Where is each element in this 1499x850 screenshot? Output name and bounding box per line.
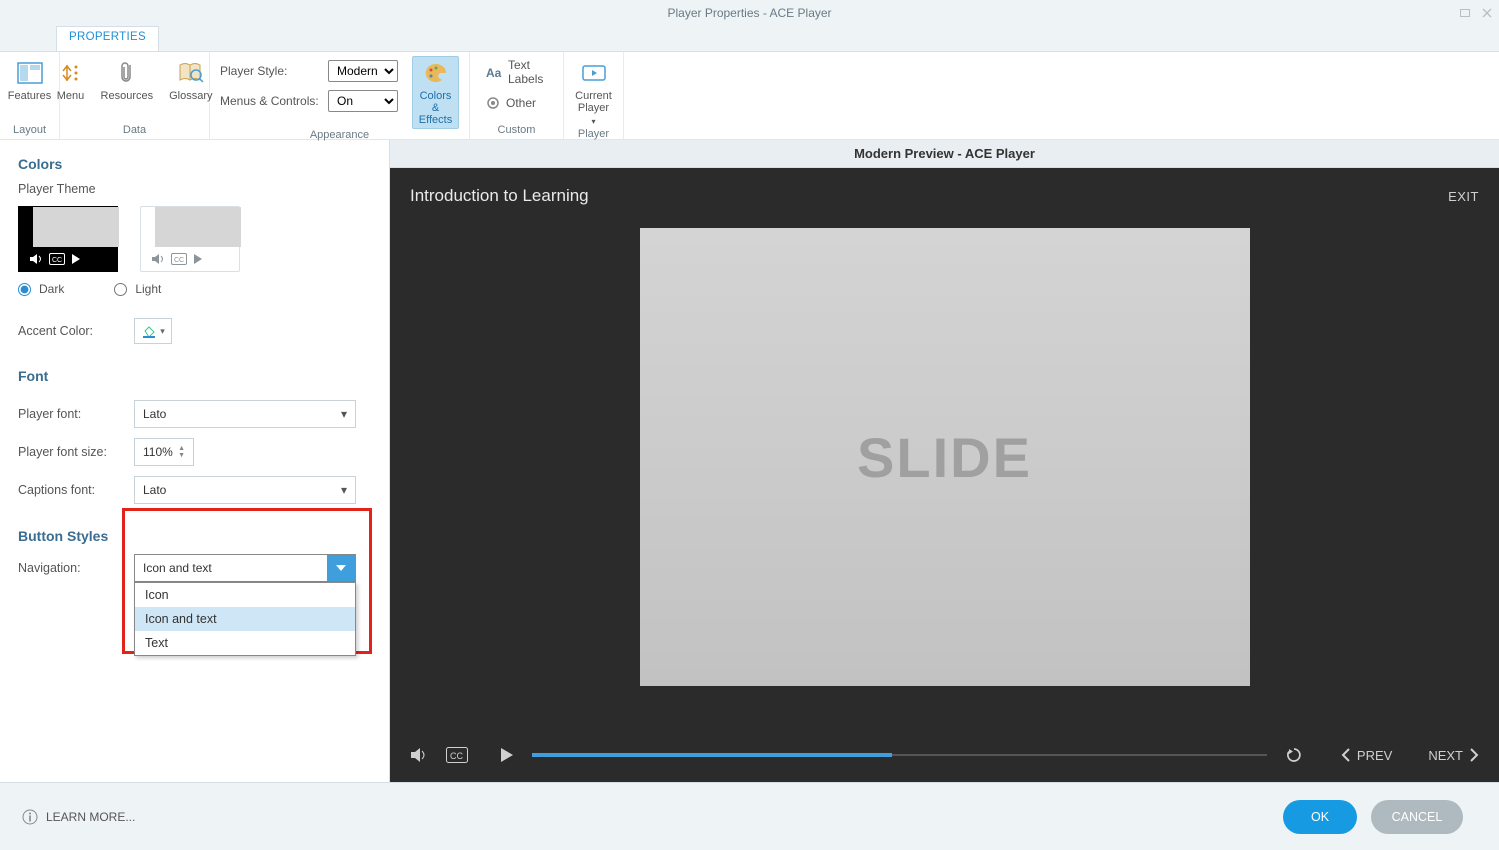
theme-dark-radio[interactable]: Dark <box>18 282 64 296</box>
slide-placeholder: SLIDE <box>640 228 1250 686</box>
svg-text:Aa: Aa <box>486 66 502 79</box>
nav-option-icon-text[interactable]: Icon and text <box>135 607 355 631</box>
cc-icon: CC <box>171 253 187 265</box>
svg-text:CC: CC <box>450 751 463 761</box>
menus-controls-select[interactable]: On <box>328 90 398 112</box>
menu-icon <box>57 59 85 87</box>
resources-button[interactable]: Resources <box>97 56 158 102</box>
svg-text:CC: CC <box>174 257 184 264</box>
settings-panel: Colors Player Theme CC CC <box>0 140 390 782</box>
palette-icon <box>422 59 450 87</box>
player-icon <box>580 59 608 87</box>
chevron-down-icon <box>327 555 355 581</box>
seekbar[interactable] <box>532 754 1267 756</box>
preview-title: Introduction to Learning <box>410 186 589 206</box>
play-icon[interactable] <box>500 747 514 763</box>
captions-font-label: Captions font: <box>18 483 134 497</box>
tab-properties[interactable]: PROPERTIES <box>56 26 159 51</box>
nav-option-text[interactable]: Text <box>135 631 355 655</box>
titlebar: Player Properties - ACE Player <box>0 0 1499 26</box>
footer: LEARN MORE... OK CANCEL <box>0 782 1499 850</box>
nav-option-icon[interactable]: Icon <box>135 583 355 607</box>
volume-icon <box>151 253 165 265</box>
cc-icon: CC <box>49 253 65 265</box>
player-theme-label: Player Theme <box>18 182 371 196</box>
ok-button[interactable]: OK <box>1283 800 1357 834</box>
next-button[interactable]: NEXT <box>1428 748 1479 763</box>
colors-heading: Colors <box>18 156 371 172</box>
cc-icon[interactable]: CC <box>446 747 468 763</box>
captions-font-select[interactable]: Lato▾ <box>134 476 356 504</box>
accent-color-label: Accent Color: <box>18 324 134 338</box>
theme-light-radio[interactable]: Light <box>114 282 161 296</box>
navigation-select[interactable]: Icon and text <box>134 554 356 582</box>
other-button[interactable]: Other <box>480 94 542 112</box>
navigation-dropdown-list: Icon Icon and text Text <box>134 582 356 656</box>
preview-header: Modern Preview - ACE Player <box>390 140 1499 168</box>
prev-button[interactable]: PREV <box>1341 748 1392 763</box>
player-font-size-input[interactable]: 110%▲▼ <box>134 438 194 466</box>
gear-icon <box>486 96 500 110</box>
cancel-button[interactable]: CANCEL <box>1371 800 1463 834</box>
text-labels-icon: Aa <box>486 65 502 79</box>
theme-light-thumbnail[interactable]: CC <box>140 206 240 272</box>
player-font-select[interactable]: Lato▾ <box>134 400 356 428</box>
font-heading: Font <box>18 368 371 384</box>
chevron-down-icon: ▾ <box>160 326 165 337</box>
button-styles-heading: Button Styles <box>18 528 371 544</box>
exit-button[interactable]: EXIT <box>1448 189 1479 204</box>
colors-effects-button[interactable]: Colors & Effects <box>412 56 459 129</box>
features-icon <box>16 59 44 87</box>
paperclip-icon <box>113 59 141 87</box>
play-icon <box>193 253 203 265</box>
player-style-label: Player Style: <box>220 64 320 78</box>
bucket-icon <box>141 323 157 339</box>
navigation-label: Navigation: <box>18 561 134 575</box>
menus-controls-label: Menus & Controls: <box>220 94 320 108</box>
volume-icon[interactable] <box>410 747 428 763</box>
spinner-icon: ▲▼ <box>178 445 185 459</box>
player-preview: Introduction to Learning EXIT SLIDE CC P… <box>390 168 1499 782</box>
info-icon <box>22 809 38 825</box>
chevron-right-icon <box>1469 748 1479 762</box>
replay-icon[interactable] <box>1285 746 1303 764</box>
text-labels-button[interactable]: Aa Text Labels <box>480 56 553 88</box>
features-button[interactable]: Features <box>4 56 55 102</box>
player-font-size-label: Player font size: <box>18 445 134 459</box>
menu-button[interactable]: Menu <box>53 56 89 102</box>
close-icon[interactable] <box>1481 7 1493 19</box>
play-icon <box>71 253 81 265</box>
tab-row: PROPERTIES <box>0 26 1499 52</box>
accent-color-button[interactable]: ▾ <box>134 318 172 344</box>
learn-more-link[interactable]: LEARN MORE... <box>22 809 135 825</box>
preview-pane: Modern Preview - ACE Player Introduction… <box>390 140 1499 782</box>
current-player-button[interactable]: Current Player ▾ <box>571 56 616 128</box>
window-title: Player Properties - ACE Player <box>667 6 831 20</box>
player-font-label: Player font: <box>18 407 134 421</box>
ribbon: Features Layout Menu Resources Glossary … <box>0 52 1499 140</box>
chevron-down-icon: ▾ <box>341 407 347 421</box>
player-style-select[interactable]: Modern <box>328 60 398 82</box>
theme-dark-thumbnail[interactable]: CC <box>18 206 118 272</box>
volume-icon <box>29 253 43 265</box>
svg-text:CC: CC <box>52 257 62 264</box>
chevron-down-icon: ▾ <box>341 483 347 497</box>
maximize-icon[interactable] <box>1459 7 1471 19</box>
book-magnify-icon <box>177 59 205 87</box>
chevron-left-icon <box>1341 748 1351 762</box>
glossary-button[interactable]: Glossary <box>165 56 216 102</box>
